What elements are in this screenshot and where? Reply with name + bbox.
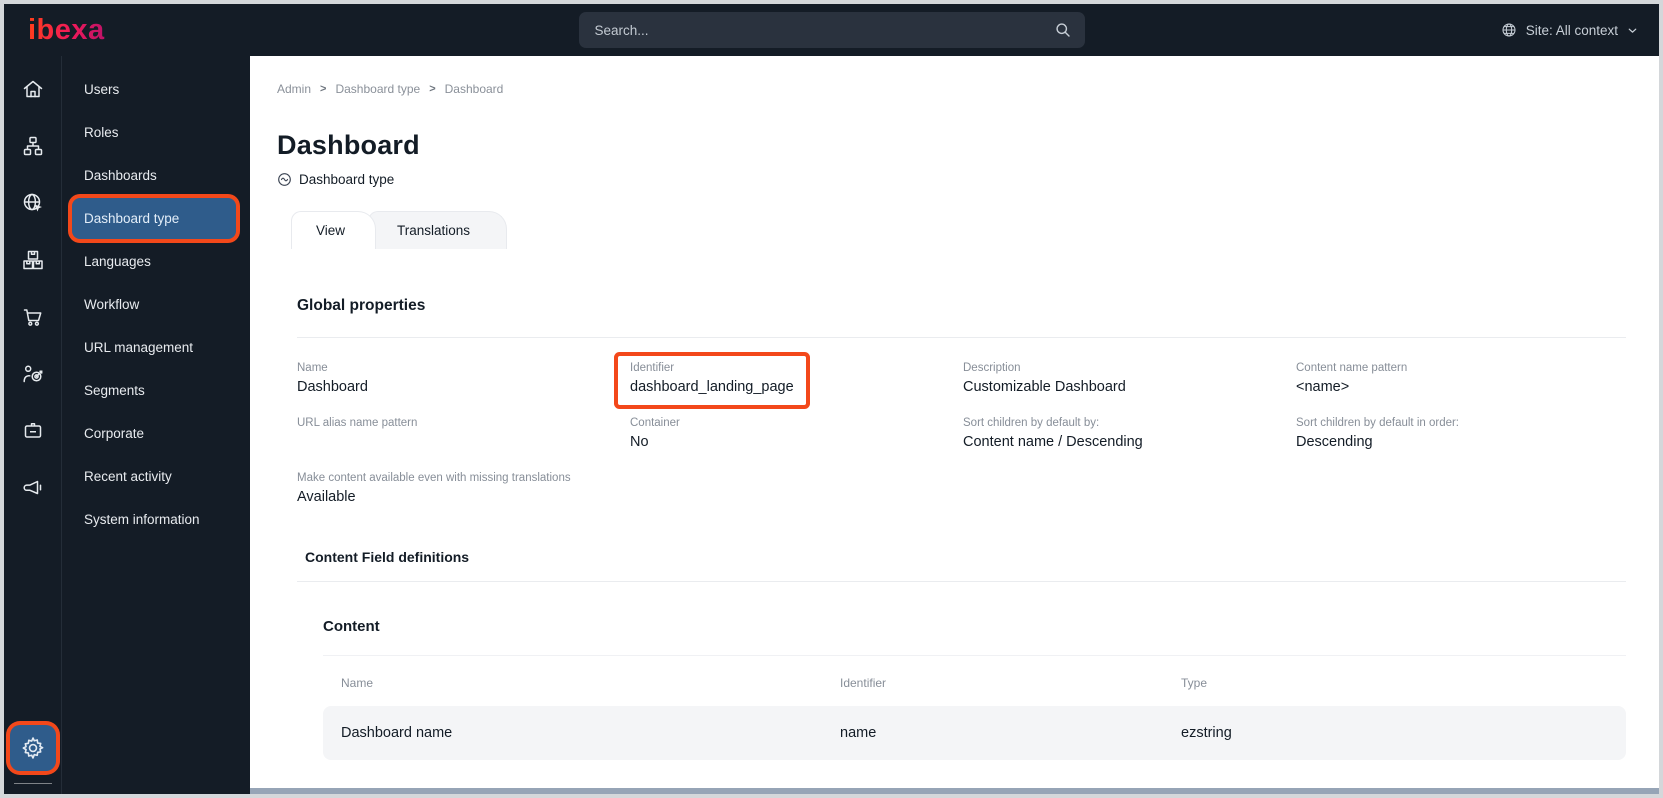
sidebar-item-workflow[interactable]: Workflow — [62, 283, 250, 326]
main-content: Admin > Dashboard type > Dashboard Dashb… — [250, 56, 1659, 794]
search-icon[interactable] — [1053, 20, 1073, 40]
column-header-name: Name — [341, 676, 374, 690]
content-field-definitions-heading: Content Field definitions — [305, 549, 470, 565]
breadcrumb-dashboard: Dashboard — [444, 82, 504, 96]
sidebar-item-dashboard-type[interactable]: Dashboard type — [72, 198, 236, 239]
field-group-content: Content Name Identifier Type Dashboard n… — [323, 618, 1626, 760]
sidebar-item-recent-activity[interactable]: Recent activity — [62, 455, 250, 498]
cell-field-type: ezstring — [1181, 725, 1232, 741]
rail-item-personalization[interactable] — [4, 345, 61, 402]
sidebar-item-corporate[interactable]: Corporate — [62, 412, 250, 455]
field-group-heading: Content — [323, 618, 380, 635]
breadcrumb: Admin > Dashboard type > Dashboard — [277, 82, 1659, 96]
globe-cursor-icon — [21, 191, 45, 215]
breadcrumb-separator: > — [429, 83, 436, 95]
breadcrumb-separator: > — [320, 83, 327, 95]
tab-bar: View Translations — [277, 211, 1659, 249]
megaphone-icon — [21, 476, 45, 500]
page-title: Dashboard — [277, 130, 420, 160]
sidebar-item-url-management[interactable]: URL management — [62, 326, 250, 369]
view-tab-panel: Global properties Name Dashboard Identif… — [277, 249, 1659, 760]
field-content-name-pattern: Content name pattern <name> — [1296, 362, 1408, 395]
field-url-alias-name-pattern: URL alias name pattern — [297, 417, 418, 429]
field-container: Container No — [630, 417, 680, 450]
admin-settings-button[interactable] — [9, 725, 56, 771]
rail-item-dashboard[interactable] — [4, 60, 61, 117]
cell-field-name: Dashboard name — [341, 725, 453, 741]
field-name: Name Dashboard — [297, 362, 368, 395]
admin-menu: Users Roles Dashboards Dashboard type La… — [62, 56, 250, 794]
sidebar-item-dashboards[interactable]: Dashboards — [62, 154, 250, 197]
gear-icon — [20, 735, 46, 761]
rail-item-products[interactable] — [4, 231, 61, 288]
rail-divider — [13, 783, 52, 784]
field-sort-children-order: Sort children by default in order: Desce… — [1296, 417, 1460, 450]
topbar: ibexa Site: All context — [4, 4, 1659, 56]
home-icon — [21, 77, 45, 101]
tab-translations[interactable]: Translations — [368, 211, 508, 249]
sidebar-item-languages[interactable]: Languages — [62, 240, 250, 283]
person-target-icon — [21, 362, 45, 386]
global-properties-grid: Name Dashboard Identifier dashboard_land… — [297, 362, 1659, 507]
field-sort-children-by: Sort children by default by: Content nam… — [963, 417, 1143, 450]
rail-item-commerce[interactable] — [4, 288, 61, 345]
breadcrumb-dashboard-type[interactable]: Dashboard type — [335, 82, 420, 96]
global-search — [578, 12, 1085, 48]
app-window: ibexa Site: All context — [0, 0, 1663, 798]
site-context-label: Site: All context — [1525, 22, 1618, 38]
shopping-cart-icon — [21, 305, 45, 329]
field-identifier: Identifier dashboard_landing_page — [618, 356, 806, 405]
sidebar-item-segments[interactable]: Segments — [62, 369, 250, 412]
ibexa-logo[interactable]: ibexa — [28, 15, 105, 45]
content-tree-icon — [21, 134, 45, 158]
sidebar-item-system-information[interactable]: System information — [62, 498, 250, 541]
section-divider — [297, 337, 1626, 338]
tab-view[interactable]: View — [291, 211, 377, 249]
section-divider — [297, 581, 1626, 582]
cell-field-identifier: name — [840, 725, 877, 741]
field-description: Description Customizable Dashboard — [963, 362, 1126, 395]
globe-icon — [1500, 21, 1518, 39]
search-input[interactable] — [594, 22, 1053, 38]
rail-item-site[interactable] — [4, 174, 61, 231]
rail-item-marketing[interactable] — [4, 459, 61, 516]
sidebar-item-users[interactable]: Users — [62, 68, 250, 111]
table-row[interactable]: Dashboard name name ezstring — [323, 706, 1626, 760]
id-badge-icon — [21, 419, 45, 443]
rail-item-content[interactable] — [4, 117, 61, 174]
rail-item-corporate[interactable] — [4, 402, 61, 459]
column-header-identifier: Identifier — [840, 676, 887, 690]
field-table-header: Name Identifier Type — [323, 656, 1626, 706]
column-header-type: Type — [1181, 676, 1208, 690]
horizontal-scrollbar[interactable] — [250, 788, 1659, 794]
chevron-down-icon — [1626, 24, 1639, 37]
content-type-subtitle: Dashboard type — [277, 172, 1659, 187]
icon-rail — [4, 56, 62, 794]
breadcrumb-admin[interactable]: Admin — [277, 82, 311, 96]
site-context-selector[interactable]: Site: All context — [1500, 21, 1639, 39]
product-boxes-icon — [21, 248, 45, 272]
content-type-icon — [277, 172, 292, 187]
sidebar-item-roles[interactable]: Roles — [62, 111, 250, 154]
global-properties-heading: Global properties — [297, 297, 426, 314]
field-missing-translations: Make content available even with missing… — [297, 472, 571, 505]
content-type-label: Dashboard type — [299, 172, 395, 187]
